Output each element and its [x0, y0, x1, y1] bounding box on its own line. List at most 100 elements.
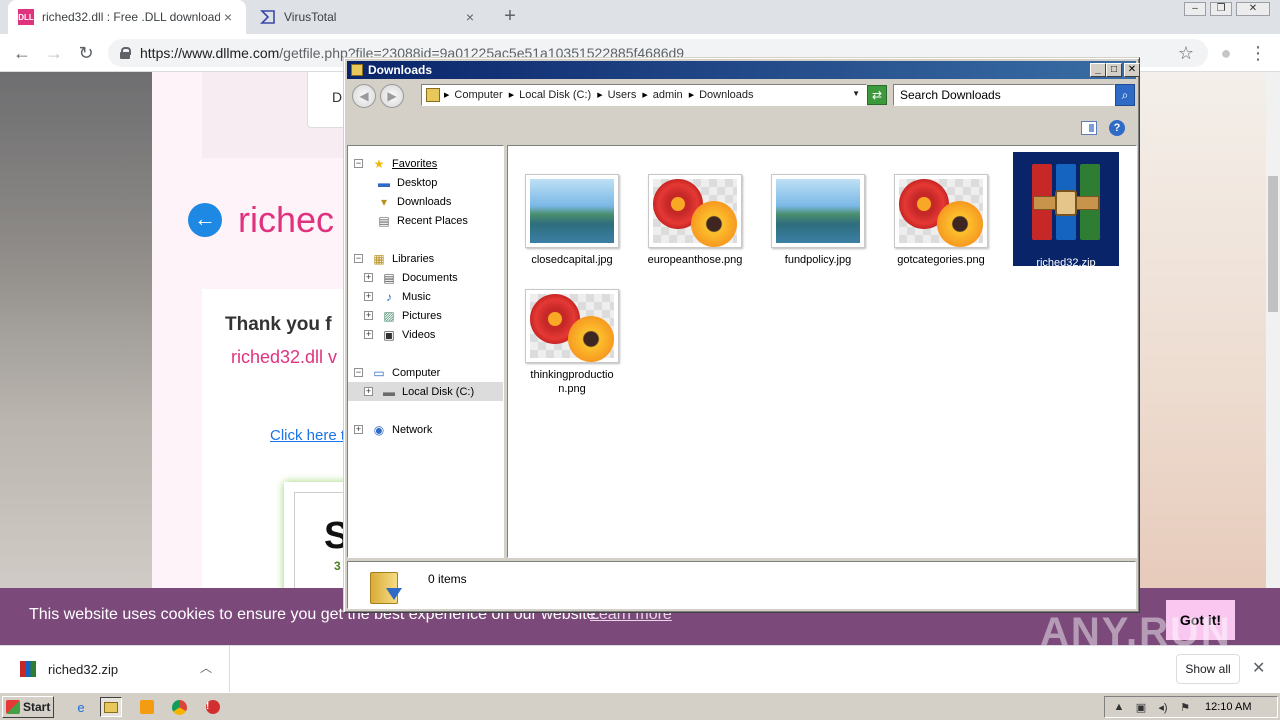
forward-icon[interactable]: → — [42, 41, 66, 65]
media-player-icon[interactable] — [136, 697, 158, 717]
breadcrumb-arrow-icon[interactable]: ▶ — [444, 91, 449, 99]
archive-buckle — [1055, 190, 1077, 216]
page-scrollbar[interactable] — [1266, 72, 1280, 588]
explorer-close-button[interactable]: ✕ — [1124, 63, 1140, 77]
file-explorer-icon[interactable] — [100, 697, 122, 717]
internet-explorer-icon[interactable]: e — [70, 697, 92, 717]
breadcrumb-arrow-icon[interactable]: ▶ — [597, 91, 602, 99]
collapse-icon[interactable]: − — [354, 254, 363, 263]
tree-item-favorites[interactable]: − ★ Favorites — [354, 154, 437, 173]
click-here-link[interactable]: Click here t — [270, 427, 345, 444]
tree-item-recent-places[interactable]: ▤ Recent Places — [376, 211, 468, 230]
file-list: closedcapital.jpg europeanthose.png fund… — [507, 145, 1137, 558]
file-item-europeanthose[interactable]: europeanthose.png — [645, 174, 745, 267]
tree-label: Videos — [402, 328, 436, 341]
breadcrumb-downloads[interactable]: Downloads — [699, 89, 753, 101]
clock[interactable]: 12:10 AM — [1205, 701, 1251, 713]
breadcrumb-admin[interactable]: admin — [653, 89, 683, 101]
yellow-flower — [691, 201, 737, 247]
thank-you-heading: Thank you f — [225, 314, 332, 335]
breadcrumb-arrow-icon[interactable]: ▶ — [689, 91, 694, 99]
close-download-bar-icon[interactable]: ✕ — [1252, 658, 1265, 678]
breadcrumb-users[interactable]: Users — [608, 89, 637, 101]
file-item-thinkingproduction[interactable]: thinkingproduction.png — [522, 289, 622, 396]
expand-icon[interactable]: + — [364, 273, 373, 282]
tree-item-network[interactable]: + ◉ Network — [354, 420, 432, 439]
tree-item-music[interactable]: + ♪ Music — [364, 287, 431, 306]
tray-expand-icon[interactable]: ▲ — [1111, 701, 1127, 713]
star-icon: ★ — [373, 156, 385, 171]
network-icon[interactable]: ▣ — [1133, 701, 1149, 714]
minimize-button[interactable]: ‒ — [1184, 2, 1206, 16]
volume-icon[interactable]: ◂) — [1155, 701, 1171, 714]
tree-label: Desktop — [397, 176, 438, 189]
tree-item-pictures[interactable]: + ▨ Pictures — [364, 306, 442, 325]
account-avatar-icon[interactable]: ● — [1214, 41, 1238, 65]
libraries-icon: ▦ — [373, 251, 385, 266]
reload-icon[interactable]: ↻ — [74, 41, 98, 65]
download-filename: riched32.zip — [48, 661, 119, 677]
tree-item-libraries[interactable]: − ▦ Libraries — [354, 249, 434, 268]
new-tab-button[interactable]: + — [498, 5, 522, 29]
breadcrumb-label: Users — [607, 89, 637, 101]
collapse-icon[interactable]: − — [354, 368, 363, 377]
preview-pane-icon[interactable] — [1081, 121, 1097, 135]
tab-close-icon[interactable]: × — [462, 9, 478, 25]
expand-icon[interactable]: + — [364, 292, 373, 301]
tree-label: Computer — [392, 366, 441, 379]
breadcrumb-computer[interactable]: Computer — [454, 89, 502, 101]
tree-label: Documents — [402, 271, 458, 284]
tree-item-downloads[interactable]: ▾ Downloads — [376, 192, 451, 211]
expand-icon[interactable]: + — [364, 311, 373, 320]
expand-icon[interactable]: + — [364, 330, 373, 339]
file-item-riched32-zip[interactable]: riched32.zip — [1013, 152, 1119, 269]
expand-icon[interactable]: + — [364, 387, 373, 396]
breadcrumb-local-disk[interactable]: Local Disk (C:) — [519, 89, 591, 101]
address-dropdown-icon[interactable]: ▼ — [852, 89, 860, 98]
tree-label: Pictures — [402, 309, 442, 322]
breadcrumb-arrow-icon[interactable]: ▶ — [509, 91, 514, 99]
winrar-archive-icon — [1029, 156, 1103, 256]
explorer-minimize-button[interactable]: _ — [1090, 63, 1106, 77]
tab-riched32[interactable]: DLL riched32.dll : Free .DLL download. -… — [8, 0, 246, 34]
refresh-icon[interactable]: ⇄ — [867, 85, 887, 105]
explorer-back-icon[interactable]: ◀ — [352, 84, 376, 108]
collapse-icon[interactable]: − — [354, 159, 363, 168]
flag-icon[interactable]: ⚑ — [1177, 701, 1193, 714]
back-arrow-icon[interactable]: ← — [188, 203, 222, 237]
file-item-fundpolicy[interactable]: fundpolicy.jpg — [768, 174, 868, 267]
close-window-button[interactable]: ✕ — [1236, 2, 1270, 16]
chevron-up-icon[interactable]: ︿ — [200, 659, 212, 676]
chrome-icon[interactable] — [168, 697, 190, 717]
explorer-maximize-button[interactable]: □ — [1106, 63, 1122, 77]
tree-item-desktop[interactable]: ▬ Desktop — [376, 173, 437, 192]
url-host: https://www.dllme.com — [140, 45, 280, 61]
tree-item-computer[interactable]: − ▭ Computer — [354, 363, 440, 382]
show-all-button[interactable]: Show all — [1176, 654, 1240, 684]
file-name: closedcapital.jpg — [531, 254, 613, 266]
file-item-gotcategories[interactable]: gotcategories.png — [891, 174, 991, 267]
browser-menu-icon[interactable]: ⋮ — [1246, 41, 1270, 65]
tree-item-local-disk[interactable]: + ▬ Local Disk (C:) — [348, 382, 503, 401]
start-button[interactable]: Start — [2, 696, 54, 718]
tree-item-documents[interactable]: + ▤ Documents — [364, 268, 458, 287]
tree-item-videos[interactable]: + ▣ Videos — [364, 325, 435, 344]
tab-close-icon[interactable]: × — [220, 9, 236, 25]
scrollbar-thumb[interactable] — [1268, 176, 1278, 312]
search-icon[interactable]: ⌕ — [1115, 84, 1135, 106]
explorer-address-bar[interactable]: ▶ Computer ▶ Local Disk (C:) ▶ Users ▶ a… — [421, 84, 867, 106]
bookmark-star-icon[interactable]: ☆ — [1174, 41, 1198, 65]
expand-icon[interactable]: + — [354, 425, 363, 434]
antivirus-icon[interactable]: ! — [202, 697, 224, 717]
download-item[interactable]: riched32.zip ︿ — [0, 646, 230, 692]
download-arrow — [386, 588, 402, 600]
tab-virustotal[interactable]: VirusTotal × — [250, 0, 488, 34]
breadcrumb-arrow-icon[interactable]: ▶ — [642, 91, 647, 99]
file-item-closedcapital[interactable]: closedcapital.jpg — [522, 174, 622, 267]
explorer-forward-icon[interactable]: ▶ — [380, 84, 404, 108]
back-icon[interactable]: ← — [10, 41, 34, 65]
explorer-title-bar[interactable]: Downloads _ □ ✕ — [347, 61, 1140, 79]
help-icon[interactable]: ? — [1109, 120, 1125, 136]
maximize-button[interactable]: ❐ — [1210, 2, 1232, 16]
explorer-search-input[interactable]: Search Downloads — [893, 84, 1115, 106]
